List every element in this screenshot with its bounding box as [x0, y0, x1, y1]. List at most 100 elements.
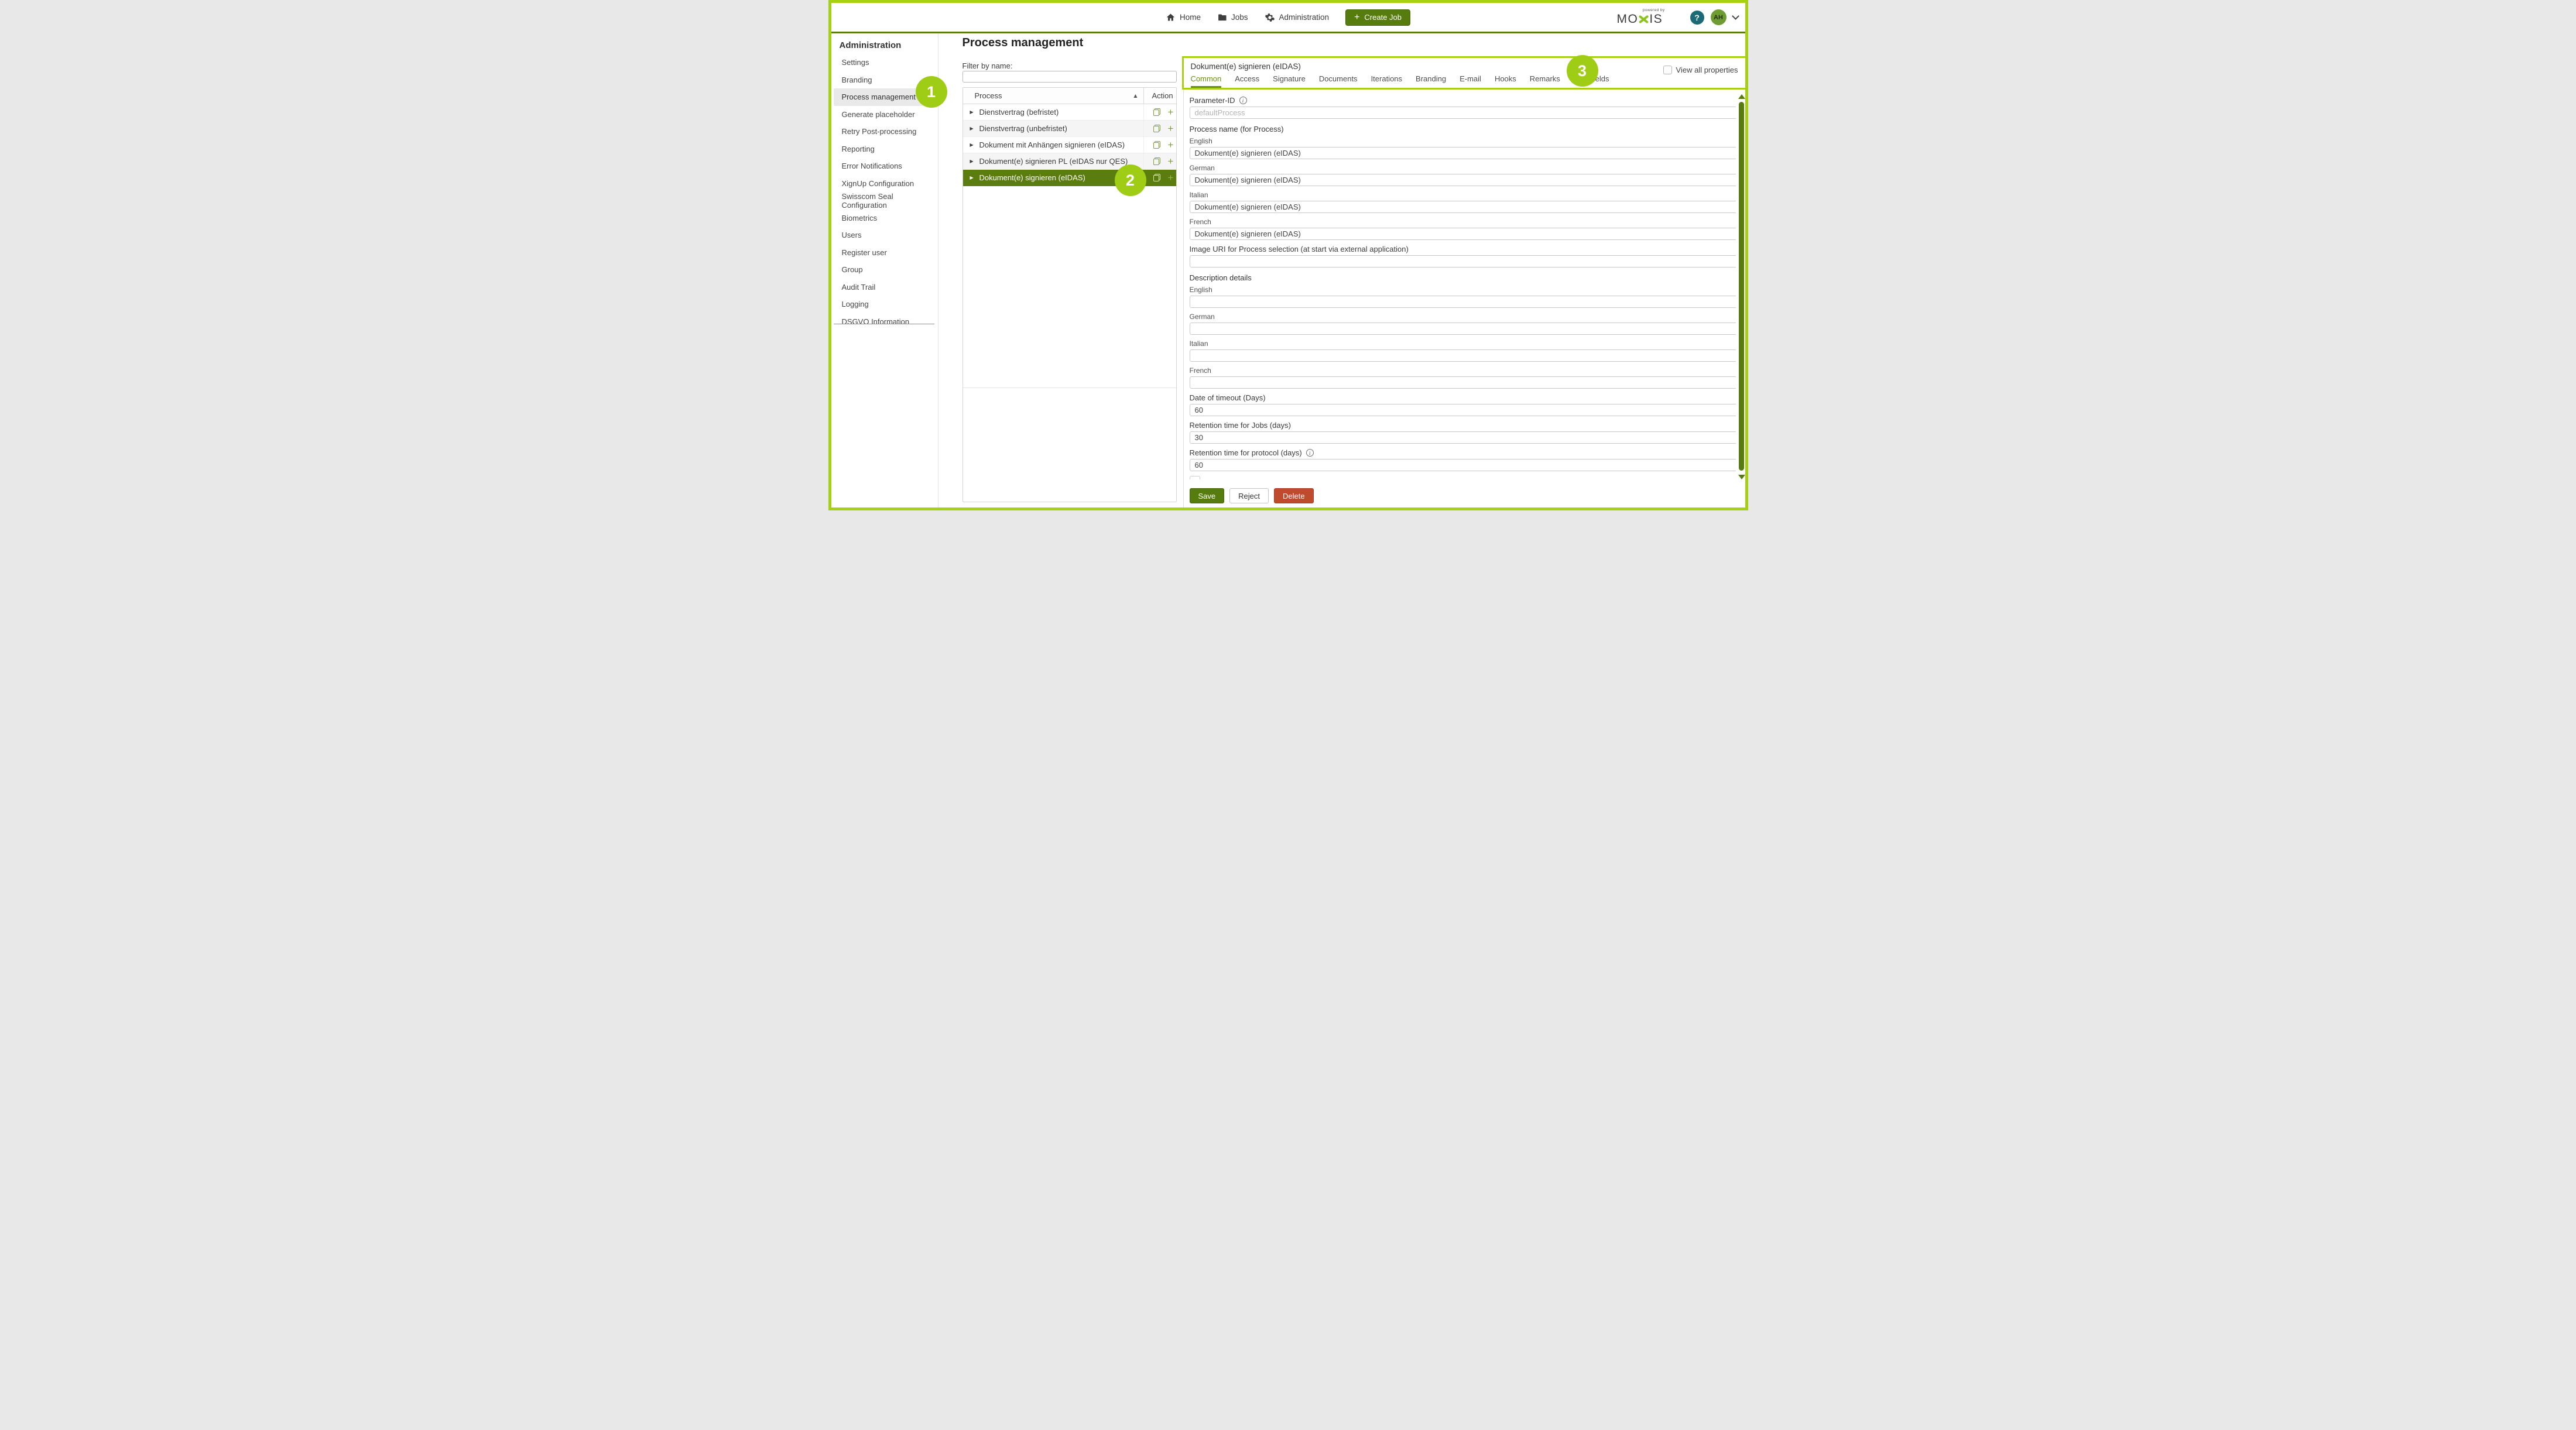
scrollbar-thumb[interactable]: [1739, 102, 1744, 471]
sidebar-item-group[interactable]: Group: [831, 261, 938, 279]
tab-signature[interactable]: Signature: [1273, 74, 1306, 88]
process-row-dienstvertrag-unbefristet[interactable]: ▶Dienstvertrag (unbefristet)+: [963, 121, 1176, 137]
add-icon[interactable]: +: [1168, 124, 1174, 133]
chevron-down-icon[interactable]: [1732, 12, 1739, 20]
tab-documents[interactable]: Documents: [1319, 74, 1358, 88]
copy-icon[interactable]: [1153, 157, 1160, 165]
field-input-date-of-timeout-days[interactable]: [1190, 404, 1736, 416]
logo-text-suffix: IS: [1649, 12, 1663, 26]
plus-icon: +: [1354, 13, 1359, 22]
view-all-checkbox[interactable]: [1663, 66, 1672, 74]
sidebar-item-xignup-configuration[interactable]: XignUp Configuration: [831, 175, 938, 193]
field-label-retention-time-for-jobs-days: Retention time for Jobs (days): [1190, 421, 1736, 430]
sidebar-item-dsgvo-information[interactable]: DSGVO Information: [831, 313, 938, 331]
nav-jobs[interactable]: Jobs: [1217, 12, 1248, 22]
annotation-badge-2: 2: [1115, 164, 1146, 196]
expand-row-icon[interactable]: ▶: [970, 159, 974, 164]
scrollbar-down-arrow[interactable]: [1738, 475, 1745, 479]
field-label-french: French: [1190, 218, 1736, 226]
tab-hooks[interactable]: Hooks: [1495, 74, 1516, 88]
process-column-header[interactable]: Process ▲: [963, 88, 1143, 104]
field-label-french: French: [1190, 366, 1736, 375]
list-divider: [963, 387, 1176, 388]
sidebar-item-register-user[interactable]: Register user: [831, 244, 938, 262]
field-input-parameter-id[interactable]: [1190, 107, 1736, 119]
form-actions: Save Reject Delete: [1190, 488, 1736, 503]
field-label-italian: Italian: [1190, 191, 1736, 199]
field-input-french[interactable]: [1190, 376, 1736, 389]
field-input-french[interactable]: [1190, 228, 1736, 240]
sidebar-item-logging[interactable]: Logging: [831, 296, 938, 313]
nav-home[interactable]: Home: [1166, 12, 1201, 22]
field-input-english[interactable]: [1190, 296, 1736, 308]
create-job-button[interactable]: + Create Job: [1345, 9, 1410, 26]
tab-common[interactable]: Common: [1191, 74, 1222, 88]
copy-icon[interactable]: [1153, 174, 1160, 181]
sidebar-item-users[interactable]: Users: [831, 227, 938, 244]
process-detail-panel: Parameter-IDi*Process name (for Process)…: [1183, 60, 1748, 508]
sidebar-item-generate-placeholder[interactable]: Generate placeholder: [831, 106, 938, 124]
help-button[interactable]: ?: [1690, 11, 1704, 25]
common-tab-form: Parameter-IDi*Process name (for Process)…: [1184, 96, 1736, 507]
copy-icon[interactable]: [1153, 125, 1160, 132]
gear-icon: [1265, 12, 1275, 23]
process-name: Dienstvertrag (befristet): [963, 108, 1059, 116]
copy-icon[interactable]: [1153, 141, 1160, 149]
filter-by-name-input[interactable]: [962, 71, 1177, 83]
sidebar-item-reporting[interactable]: Reporting: [831, 140, 938, 158]
expand-row-icon[interactable]: ▶: [970, 175, 974, 180]
process-row-dokument-mit-anh-ngen-signieren-eidas[interactable]: ▶Dokument mit Anhängen signieren (eIDAS)…: [963, 137, 1176, 153]
process-row-dienstvertrag-befristet[interactable]: ▶Dienstvertrag (befristet) +: [963, 104, 1176, 121]
field-input-italian[interactable]: [1190, 201, 1736, 213]
info-icon[interactable]: i: [1306, 449, 1314, 457]
field-input-retention-time-for-protocol-days[interactable]: [1190, 459, 1736, 471]
row-actions: +: [1143, 104, 1176, 120]
copy-icon[interactable]: [1153, 108, 1160, 116]
sidebar-item-audit-trail[interactable]: Audit Trail: [831, 279, 938, 296]
process-row-dokument-e-signieren-pl-eidas-nur-qes[interactable]: ▶Dokument(e) signieren PL (eIDAS nur QES…: [963, 153, 1176, 170]
field-input-german[interactable]: [1190, 323, 1736, 335]
nav-jobs-label: Jobs: [1231, 13, 1248, 22]
save-button[interactable]: Save: [1190, 488, 1225, 503]
tab-e-mail[interactable]: E-mail: [1460, 74, 1481, 88]
add-icon[interactable]: +: [1168, 140, 1174, 150]
delete-button[interactable]: Delete: [1274, 488, 1314, 503]
view-all-properties-toggle[interactable]: View all properties: [1663, 66, 1738, 74]
reject-button[interactable]: Reject: [1229, 488, 1269, 503]
field-input-image-uri-for-process-selection-at-start-via-external-application[interactable]: [1190, 255, 1736, 268]
field-input-german[interactable]: [1190, 174, 1736, 186]
add-icon[interactable]: +: [1168, 107, 1174, 117]
sidebar-item-swisscom-seal-configuration[interactable]: Swisscom Seal Configuration: [831, 192, 938, 210]
field-input-italian[interactable]: [1190, 349, 1736, 362]
sidebar-item-retry-post-processing[interactable]: Retry Post-processing: [831, 123, 938, 140]
section-heading-process-name-for-process: Process name (for Process): [1190, 125, 1736, 133]
tab-iterations[interactable]: Iterations: [1371, 74, 1402, 88]
field-input-retention-time-for-jobs-days[interactable]: [1190, 431, 1736, 444]
info-icon[interactable]: i: [1239, 97, 1247, 104]
field-label-parameter-id: Parameter-IDi: [1190, 96, 1736, 105]
tab-remarks[interactable]: Remarks: [1530, 74, 1560, 88]
sidebar-item-biometrics[interactable]: Biometrics: [831, 210, 938, 227]
avatar-initials: AH: [1714, 14, 1723, 21]
sidebar-item-settings[interactable]: Settings: [831, 54, 938, 71]
expand-row-icon[interactable]: ▶: [970, 126, 974, 131]
nav-administration[interactable]: Administration: [1265, 12, 1330, 23]
add-icon[interactable]: +: [1168, 156, 1174, 166]
annotation-badge-3: 3: [1567, 55, 1598, 87]
section-heading-description-details: Description details: [1190, 273, 1736, 282]
scrollbar-up-arrow[interactable]: [1738, 94, 1745, 99]
field-input-english[interactable]: [1190, 147, 1736, 159]
sidebar-item-error-notifications[interactable]: Error Notifications: [831, 157, 938, 175]
expand-row-icon[interactable]: ▶: [970, 142, 974, 148]
logo-x-icon: [1639, 14, 1649, 24]
tab-branding[interactable]: Branding: [1416, 74, 1446, 88]
tab-access[interactable]: Access: [1235, 74, 1259, 88]
add-icon[interactable]: +: [1168, 173, 1174, 183]
annotation-badge-1: 1: [916, 76, 947, 108]
avatar[interactable]: AH: [1711, 9, 1727, 25]
create-job-label: Create Job: [1364, 13, 1402, 22]
top-navbar: Home Jobs Administration + Create Job: [831, 3, 1745, 32]
expand-row-icon[interactable]: ▶: [970, 109, 974, 115]
sort-ascending-icon[interactable]: ▲: [1133, 93, 1137, 98]
folder-icon: [1217, 12, 1227, 22]
